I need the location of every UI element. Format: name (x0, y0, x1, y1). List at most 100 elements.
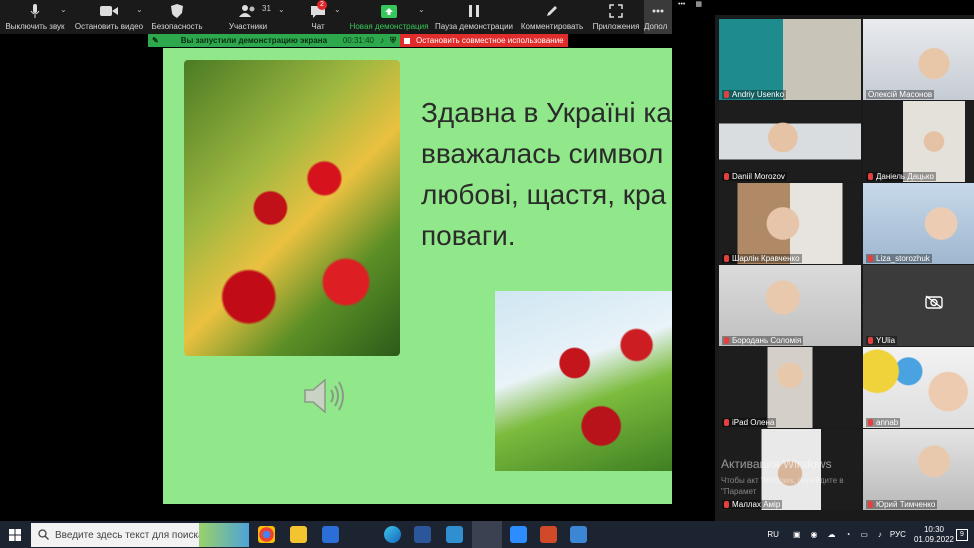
muted-mic-icon (724, 91, 729, 98)
annotate-button[interactable]: Комментировать (516, 0, 588, 34)
stop-share-button[interactable]: Остановить совместное использование (400, 34, 568, 47)
participant-tile[interactable]: YUlia (863, 265, 974, 346)
photos-icon[interactable] (446, 526, 463, 543)
sharing-timer: 00:31:40 (342, 36, 374, 45)
pen-icon (545, 4, 559, 18)
participant-tile[interactable]: Юрий Тимченко (863, 429, 974, 510)
participant-tile[interactable]: Даніель Дацько (863, 101, 974, 182)
taskbar-clock[interactable]: 10:30 01.09.2022 (914, 525, 954, 545)
chevron-down-icon[interactable]: ⌄ (60, 5, 67, 14)
muted-mic-icon (868, 255, 873, 262)
participant-tile[interactable]: Andriy Usenko (719, 19, 861, 100)
more-icon (652, 4, 664, 18)
security-button[interactable]: Безопасность (148, 0, 206, 34)
taskbar-search-box[interactable]: Введите здесь текст для поиска (31, 523, 249, 547)
windows-start-icon[interactable] (9, 529, 21, 541)
file-explorer-icon[interactable] (290, 526, 307, 543)
input-language[interactable]: РУС (890, 530, 906, 539)
slide-line: любові, щастя, кра (421, 179, 667, 210)
pause-share-button[interactable]: Пауза демонстрации (432, 0, 516, 34)
muted-mic-icon (724, 337, 729, 344)
participant-tile[interactable]: iPad Олена (719, 347, 861, 428)
participant-tile[interactable]: Daniil Morozov (719, 101, 861, 182)
apps-icon (609, 4, 623, 18)
chat-icon: 2 (311, 0, 327, 18)
video-camera-icon (100, 4, 118, 18)
more-icon[interactable]: ••• (678, 1, 685, 8)
chat-badge: 2 (317, 0, 327, 10)
language-indicator[interactable]: RU (767, 530, 779, 539)
muted-mic-icon (868, 419, 873, 426)
participants-gallery: Andriy Usenko Олексій Масонов Daniil Mor… (715, 15, 974, 521)
slide-line: Здавна в Україні ка (421, 97, 672, 128)
edge-icon[interactable] (384, 526, 401, 543)
microphone-icon[interactable]: ♪ (380, 36, 384, 45)
app-window-active[interactable] (472, 521, 502, 548)
participant-tile[interactable]: Бородань Соломія (719, 265, 861, 346)
zoom-taskbar-icon[interactable] (510, 526, 527, 543)
stop-icon (404, 37, 410, 44)
mute-button[interactable]: ⌄ Выключить звук (0, 0, 70, 34)
meeting-toolbar: ⌄ Выключить звук ⌄ Остановить видео Безо… (0, 0, 672, 34)
slide-text: Здавна в Україні ка вважалась символ люб… (421, 92, 672, 256)
chrome-icon[interactable] (258, 526, 275, 543)
participant-tile[interactable]: annab (863, 347, 974, 428)
word-icon[interactable] (414, 526, 431, 543)
viburnum-photo (184, 60, 400, 356)
notification-center-icon[interactable]: 9 (956, 529, 968, 541)
shield-icon[interactable]: ⛨ (390, 36, 396, 46)
windows-taskbar: Введите здесь текст для поиска RU ▣ ◉ ☁ … (0, 521, 974, 548)
slide-line: поваги. (421, 220, 516, 251)
gallery-view-icon[interactable]: ▦ (695, 1, 702, 8)
cloud-icon[interactable]: ☁ (828, 530, 836, 539)
sharing-status-bar[interactable]: ✎ Вы запустили демонстрацию экрана 00:31… (148, 34, 400, 47)
participants-button[interactable]: 31 ⌄ Участники (206, 0, 290, 34)
stop-video-button[interactable]: ⌄ Остановить видео (70, 0, 148, 34)
search-highlight-image (199, 523, 249, 547)
battery-icon[interactable]: ▭ (860, 530, 868, 539)
windows-activation-text: Чтобы акт Windows, перейдите в "Парамет (721, 476, 844, 496)
muted-mic-icon (724, 501, 729, 508)
camera-off-icon (925, 295, 943, 309)
shared-slide: Здавна в Україні ка вважалась символ люб… (163, 48, 672, 504)
chat-button[interactable]: 2 ⌄ Чат (290, 0, 346, 34)
muted-mic-icon (868, 337, 873, 344)
volume-icon[interactable]: ♪ (878, 530, 882, 539)
search-icon (38, 529, 49, 540)
store-icon[interactable] (322, 526, 339, 543)
chevron-down-icon[interactable]: ⌄ (334, 5, 341, 14)
muted-mic-icon (724, 173, 729, 180)
powerpoint-icon[interactable] (540, 526, 557, 543)
participant-tile[interactable]: Liza_storozhuk (863, 183, 974, 264)
sharing-status-text: Вы запустили демонстрацию экрана (180, 36, 328, 45)
speaker-icon[interactable] (301, 376, 349, 416)
pin-icon: ✎ (152, 36, 159, 45)
muted-mic-icon (868, 173, 873, 180)
chevron-down-icon[interactable]: ⌄ (136, 5, 143, 14)
pause-icon (469, 4, 479, 18)
apps-button[interactable]: Приложения (588, 0, 644, 34)
participant-tile[interactable]: Олексій Масонов (863, 19, 974, 100)
viburnum-photo-small (495, 291, 672, 471)
chevron-down-icon[interactable]: ⌄ (418, 5, 425, 14)
muted-mic-icon (724, 419, 729, 426)
more-button[interactable]: Допол (644, 0, 672, 34)
muted-mic-icon (724, 255, 729, 262)
windows-activation-title: Активация Windows (721, 457, 832, 471)
share-screen-icon (381, 4, 397, 18)
participant-tile[interactable]: Шарлін Кравченко (719, 183, 861, 264)
participant-count: 31 (262, 4, 271, 13)
muted-mic-icon (868, 501, 873, 508)
participants-icon (239, 4, 257, 18)
chevron-down-icon[interactable]: ⌄ (278, 5, 285, 14)
slide-line: вважалась символ (421, 138, 664, 169)
system-tray: RU ▣ ◉ ☁ ◔ ▭ ♪ РУС 10:30 01.09.2022 9 (767, 521, 974, 548)
gallery-controls[interactable]: ••• ▦ (678, 0, 738, 8)
zoom-app-icon[interactable] (570, 526, 587, 543)
wifi-icon[interactable]: ◔ (846, 530, 851, 539)
tray-app-icon[interactable]: ▣ (793, 530, 801, 539)
microphone-icon (30, 4, 40, 18)
new-share-button[interactable]: ⌄ Новая демонстрация (346, 0, 432, 34)
shield-icon (171, 4, 183, 18)
camera-icon[interactable]: ◉ (811, 530, 818, 539)
